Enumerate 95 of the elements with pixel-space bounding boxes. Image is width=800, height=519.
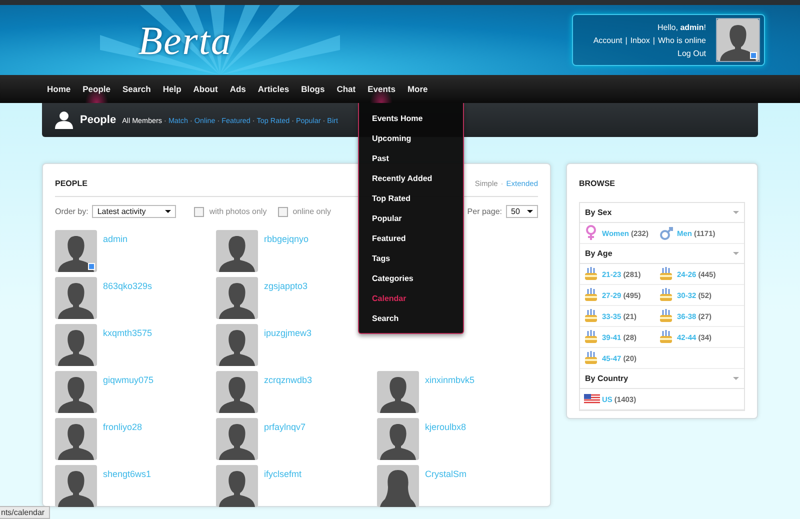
nav-item[interactable]: Search — [122, 76, 157, 102]
menu-item[interactable]: Events Home — [359, 109, 463, 129]
cake-icon — [659, 287, 675, 303]
avatar-silhouette-icon — [377, 371, 419, 413]
caret-icon — [733, 377, 739, 380]
member-avatar[interactable] — [216, 371, 258, 413]
site-logo[interactable]: Berta — [138, 16, 232, 64]
menu-item[interactable]: Upcoming — [359, 129, 463, 149]
caret-icon — [165, 210, 172, 213]
member-avatar[interactable] — [216, 277, 258, 319]
avatar-silhouette-icon — [216, 371, 258, 413]
per-page-select[interactable]: 50 — [506, 205, 538, 218]
avatar-silhouette-icon — [216, 465, 258, 507]
male-symbol-icon — [659, 225, 675, 241]
menu-item[interactable]: Tags — [359, 249, 463, 269]
section-header[interactable]: By Country — [580, 369, 744, 389]
cake-icon — [584, 350, 600, 366]
avatar-silhouette-icon — [55, 371, 97, 413]
member-avatar[interactable] — [216, 465, 258, 507]
member-avatar[interactable] — [377, 465, 419, 507]
avatar-silhouette-icon — [216, 418, 258, 460]
order-label: Order by: — [55, 207, 88, 216]
avatar-silhouette-icon — [216, 230, 258, 272]
menu-item[interactable]: Categories — [359, 269, 463, 289]
logout-link[interactable]: Log Out — [678, 48, 706, 58]
menu-item[interactable]: Popular — [359, 209, 463, 229]
status-bar-url: nts/calendar — [0, 506, 50, 519]
account-link[interactable]: Who is online — [658, 36, 706, 44]
cake-icon — [659, 266, 675, 282]
section-title: By Sex — [585, 208, 612, 217]
separator-text: | — [652, 36, 655, 44]
cake-icon — [584, 329, 600, 345]
menu-item[interactable]: Featured — [359, 229, 463, 249]
member-avatar[interactable] — [377, 418, 419, 460]
account-link[interactable]: Account — [593, 36, 622, 44]
avatar-silhouette-icon — [55, 230, 97, 272]
greeting-text: Hello, admin! — [658, 22, 706, 32]
member-avatar[interactable] — [377, 371, 419, 413]
cake-icon — [584, 287, 600, 303]
nav-item[interactable]: Blogs — [301, 76, 331, 102]
member-avatar[interactable] — [55, 371, 97, 413]
checkbox[interactable] — [194, 206, 204, 216]
caret-icon — [733, 252, 739, 255]
menu-item[interactable]: Search — [359, 309, 463, 329]
caret-icon — [527, 210, 533, 213]
checkbox-label: online only — [292, 207, 331, 216]
nav-item[interactable]: Home — [47, 76, 77, 102]
per-page-label: Per page: — [467, 207, 502, 216]
online-indicator-icon — [88, 263, 95, 270]
separator-text: | — [625, 36, 628, 44]
member-avatar[interactable] — [55, 324, 97, 366]
nav-item[interactable]: Ads — [230, 76, 252, 102]
nav-item[interactable]: Help — [162, 76, 188, 102]
user-avatar[interactable] — [716, 18, 760, 62]
panel-title: PEOPLE — [55, 179, 88, 188]
section-title: By Age — [585, 249, 612, 258]
nav-item[interactable]: Chat — [336, 76, 362, 102]
cake-icon — [659, 308, 675, 324]
menu-item[interactable]: Past — [359, 149, 463, 169]
section-title: People — [80, 114, 116, 126]
member-avatar[interactable] — [55, 418, 97, 460]
section-header[interactable]: By Age — [580, 244, 744, 264]
nav-item[interactable]: More — [407, 76, 434, 102]
menu-item[interactable]: Recently Added — [359, 169, 463, 189]
cake-icon — [584, 266, 600, 282]
avatar-silhouette-icon — [55, 277, 97, 319]
account-link[interactable]: Inbox — [630, 36, 650, 44]
caret-icon — [733, 211, 739, 214]
member-avatar[interactable] — [216, 324, 258, 366]
section-header[interactable]: By Sex — [580, 203, 744, 223]
cake-icon — [659, 329, 675, 345]
section-title: By Country — [585, 374, 628, 383]
avatar-silhouette-icon — [717, 19, 759, 61]
nav-item[interactable]: Articles — [258, 76, 296, 102]
avatar-silhouette-icon — [216, 277, 258, 319]
member-avatar[interactable] — [216, 418, 258, 460]
member-avatar[interactable] — [55, 230, 97, 272]
avatar-silhouette-icon — [55, 465, 97, 507]
member-avatar[interactable] — [216, 230, 258, 272]
avatar-silhouette-icon — [55, 324, 97, 366]
avatar-silhouette-icon — [216, 324, 258, 366]
nav-item[interactable]: About — [193, 76, 224, 102]
avatar-silhouette-icon — [377, 418, 419, 460]
checkbox[interactable] — [278, 206, 288, 216]
menu-item[interactable]: Top Rated — [359, 189, 463, 209]
cake-icon — [584, 308, 600, 324]
checkbox-label: with photos only — [209, 207, 267, 216]
member-avatar[interactable] — [55, 277, 97, 319]
member-avatar[interactable] — [55, 465, 97, 507]
person-icon — [54, 111, 74, 129]
avatar-silhouette-icon — [55, 418, 97, 460]
menu-item[interactable]: Calendar — [359, 289, 463, 309]
order-select[interactable]: Latest activity — [92, 205, 176, 218]
panel-title: BROWSE — [579, 178, 616, 190]
avatar-silhouette-icon — [377, 465, 419, 507]
